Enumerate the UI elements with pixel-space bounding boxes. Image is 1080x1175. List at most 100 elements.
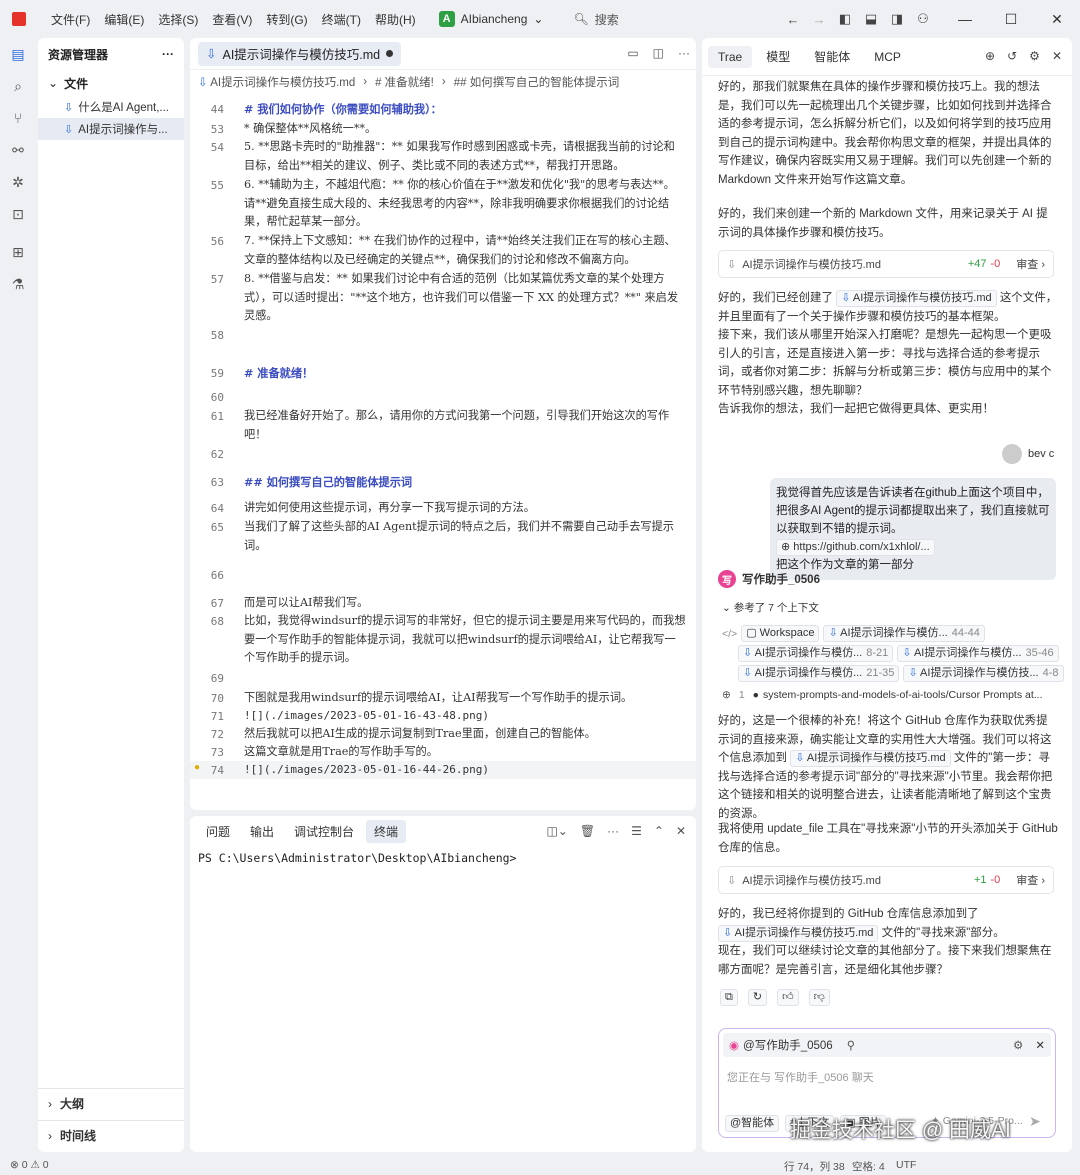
tab-debug-console[interactable]: 调试控制台 — [286, 820, 362, 843]
split-terminal-icon[interactable]: ◫⌄ — [546, 824, 567, 838]
file-chip[interactable]: ⇩ AI提示词操作与模仿技巧.md — [790, 750, 951, 767]
copy-icon[interactable]: ⧉ — [720, 989, 738, 1006]
more-icon[interactable]: ··· — [162, 47, 174, 61]
link-chip[interactable]: ⊕ https://github.com/x1xhlol/... — [776, 539, 935, 556]
account-icon[interactable]: ⚇ — [910, 11, 936, 27]
tab-agent[interactable]: 智能体 — [804, 44, 860, 69]
toggle-sidebar-icon[interactable]: ◧ — [832, 11, 858, 27]
close-window-icon[interactable]: ✕ — [1034, 11, 1080, 28]
indentation[interactable]: 空格: 4 — [852, 1159, 885, 1174]
code-line[interactable]: 56 7. **保持上下文感知：** 在我们协作的过程中，请**始终关注我们正在写… — [190, 232, 696, 269]
tab-model[interactable]: 模型 — [756, 44, 800, 69]
outline-section[interactable]: › 大纲 — [38, 1088, 184, 1118]
testing-icon[interactable]: ⚗ — [0, 268, 36, 300]
context-chip[interactable]: ⇩ AI提示词操作与模仿... 44-44 — [823, 625, 985, 642]
chevron-up-icon[interactable]: ⌃ — [654, 824, 664, 838]
file-chip[interactable]: ⇩ AI提示词操作与模仿技巧.md — [836, 290, 997, 307]
context-chip[interactable]: ⇩ AI提示词操作与模仿技... 4-8 — [903, 665, 1064, 682]
unsaved-dot-icon[interactable] — [386, 50, 394, 57]
menu-goto[interactable]: 转到(G) — [259, 11, 314, 28]
tab-mcp[interactable]: MCP — [864, 46, 911, 68]
context-chip[interactable]: ⇩ AI提示词操作与模仿... 21-35 — [738, 665, 900, 682]
file-item-selected[interactable]: ⇩ AI提示词操作与... — [38, 118, 184, 140]
close-icon[interactable]: ✕ — [1035, 1038, 1045, 1052]
terminal-icon[interactable]: ⊡ — [0, 198, 36, 230]
context-chip[interactable]: ⇩ AI提示词操作与模仿... 8-21 — [738, 645, 894, 662]
code-line[interactable]: 74 ![](./images/2023-05-01-16-44-26.png) — [190, 761, 696, 779]
menu-edit[interactable]: 编辑(E) — [97, 11, 151, 28]
breadcrumb-heading[interactable]: # 准备就绪! — [375, 74, 434, 90]
source-control-icon[interactable]: ⑂ — [0, 102, 36, 134]
split-editor-icon[interactable]: ◫ — [653, 46, 664, 60]
code-line[interactable]: 59 # 准备就绪！ — [190, 364, 696, 382]
code-line[interactable]: 57 8. **借鉴与启发：** 如果我们讨论中有合适的范例（比如某篇优秀文章的某… — [190, 270, 696, 326]
gear-icon[interactable]: ⚙ — [1029, 49, 1040, 63]
preview-icon[interactable]: ▭ — [627, 46, 638, 60]
review-button[interactable]: 审查 › — [1016, 256, 1045, 272]
code-line[interactable]: 66 — [190, 566, 696, 584]
minimize-icon[interactable]: — — [942, 11, 988, 28]
tab-trae[interactable]: Trae — [708, 45, 753, 68]
code-line[interactable]: 58 — [190, 326, 696, 344]
timeline-section[interactable]: › 时间线 — [38, 1120, 184, 1150]
code-line[interactable]: 44 # 我们如何协作（你需要如何辅助我）： — [190, 100, 696, 118]
thumbs-up-icon[interactable]: 👍︎ — [777, 989, 799, 1006]
project-switcher[interactable]: A AIbiancheng ⌄ — [438, 11, 543, 27]
close-icon[interactable]: ✕ — [1052, 49, 1062, 63]
trash-icon[interactable]: 🗑︎ — [580, 824, 595, 838]
file-chip[interactable]: ⇩ AI提示词操作与模仿技巧.md — [718, 924, 879, 942]
context-toggle[interactable]: ⌄ 参考了 7 个上下文 — [722, 600, 819, 615]
code-line[interactable]: 53 * 确保整体**风格统一**。 — [190, 120, 696, 138]
code-line[interactable]: 63 ## 如何撰写自己的智能体提示词 — [190, 473, 696, 491]
chat-input[interactable]: 您正在与 写作助手_0506 聊天 — [727, 1069, 874, 1085]
breadcrumb-file[interactable]: ⇩ AI提示词操作与模仿技巧.md — [198, 74, 355, 90]
web-reference-row[interactable]: ⊕ 1 ● system-prompts-and-models-of-ai-to… — [722, 689, 1043, 701]
search-icon[interactable]: ⌕ — [0, 70, 36, 102]
code-line[interactable]: 54 5. **思路卡壳时的"助推器"：** 如果我写作时感到困惑或卡壳，请根据我… — [190, 138, 696, 175]
more-icon[interactable]: ··· — [607, 824, 619, 838]
code-line[interactable]: 55 6. **辅助为主，不越俎代庖：** 你的核心价值在于**激发和优化"我"的… — [190, 176, 696, 232]
code-line[interactable]: 67 而是可以让AI帮我们写。 — [190, 594, 696, 612]
pin-icon[interactable]: ⚲ — [847, 1038, 855, 1052]
thumbs-down-icon[interactable]: 👎︎ — [808, 989, 830, 1006]
command-search[interactable]: 🔍︎ 搜索 — [573, 11, 618, 28]
lightbulb-icon[interactable]: ● — [194, 762, 200, 773]
code-line[interactable]: 70 下图就是我用windsurf的提示词喂给AI，让AI帮我写一个写作助手的提示… — [190, 689, 696, 707]
tab-terminal[interactable]: 终端 — [366, 819, 407, 843]
explorer-icon[interactable]: ▤ — [0, 38, 36, 70]
menu-view[interactable]: 查看(V) — [205, 11, 259, 28]
menu-select[interactable]: 选择(S) — [151, 11, 205, 28]
context-chip[interactable]: ⇩ AI提示词操作与模仿... 35-46 — [897, 645, 1059, 662]
send-icon[interactable]: ➤ — [1029, 1113, 1041, 1130]
code-line[interactable]: 68 比如，我觉得windsurf的提示词写的非常好，但它的提示词主要是用来写代码… — [190, 612, 696, 668]
toggle-panel-icon[interactable]: ⬓ — [858, 11, 884, 27]
cursor-position[interactable]: 行 74，列 38 — [784, 1159, 845, 1174]
code-line[interactable]: 65 当我们了解了这些头部的AI Agent提示词的特点之后，我们并不需要自己动手… — [190, 518, 696, 555]
remote-icon[interactable]: ⚯ — [0, 134, 36, 166]
close-icon[interactable]: ✕ — [676, 824, 686, 838]
breadcrumb-subheading[interactable]: ## 如何撰写自己的智能体提示词 — [454, 74, 620, 90]
toggle-chat-icon[interactable]: ◨ — [884, 11, 910, 27]
settings-lines-icon[interactable]: ☰ — [631, 824, 642, 838]
files-section[interactable]: ⌄ 文件 — [38, 70, 184, 96]
code-line[interactable]: 61 我已经准备好开始了。那么，请用你的方式问我第一个问题，引导我们开始这次的写作… — [190, 407, 696, 444]
menu-file[interactable]: 文件(F) — [44, 11, 97, 28]
extensions-icon[interactable]: ⊞ — [0, 236, 36, 268]
menu-terminal[interactable]: 终端(T) — [315, 11, 368, 28]
code-line[interactable]: 62 — [190, 445, 696, 463]
file-item[interactable]: ⇩ 什么是AI Agent,... — [38, 96, 184, 118]
retry-icon[interactable]: ↻ — [747, 989, 768, 1006]
debug-icon[interactable]: ✲ — [0, 166, 36, 198]
tab-problems[interactable]: 问题 — [198, 820, 238, 843]
back-arrow-icon[interactable]: ← — [780, 12, 806, 27]
code-line[interactable]: 69 — [190, 669, 696, 687]
problems-count[interactable]: ⊗ 0 ⚠ 0 — [10, 1159, 49, 1171]
agent-button[interactable]: @智能体 — [725, 1115, 780, 1132]
menu-help[interactable]: 帮助(H) — [368, 11, 423, 28]
tab-output[interactable]: 输出 — [242, 820, 282, 843]
encoding[interactable]: UTF — [896, 1159, 916, 1171]
file-change-card[interactable]: ⇩ AI提示词操作与模仿技巧.md +1 -0 审查 › — [718, 866, 1054, 894]
code-line[interactable]: 64 讲完如何使用这些提示词，再分享一下我写提示词的方法。 — [190, 499, 696, 517]
terminal-prompt[interactable]: PS C:\Users\Administrator\Desktop\AIbian… — [198, 851, 517, 865]
code-line[interactable]: 73 这篇文章就是用Trae的写作助手写的。 — [190, 743, 696, 761]
